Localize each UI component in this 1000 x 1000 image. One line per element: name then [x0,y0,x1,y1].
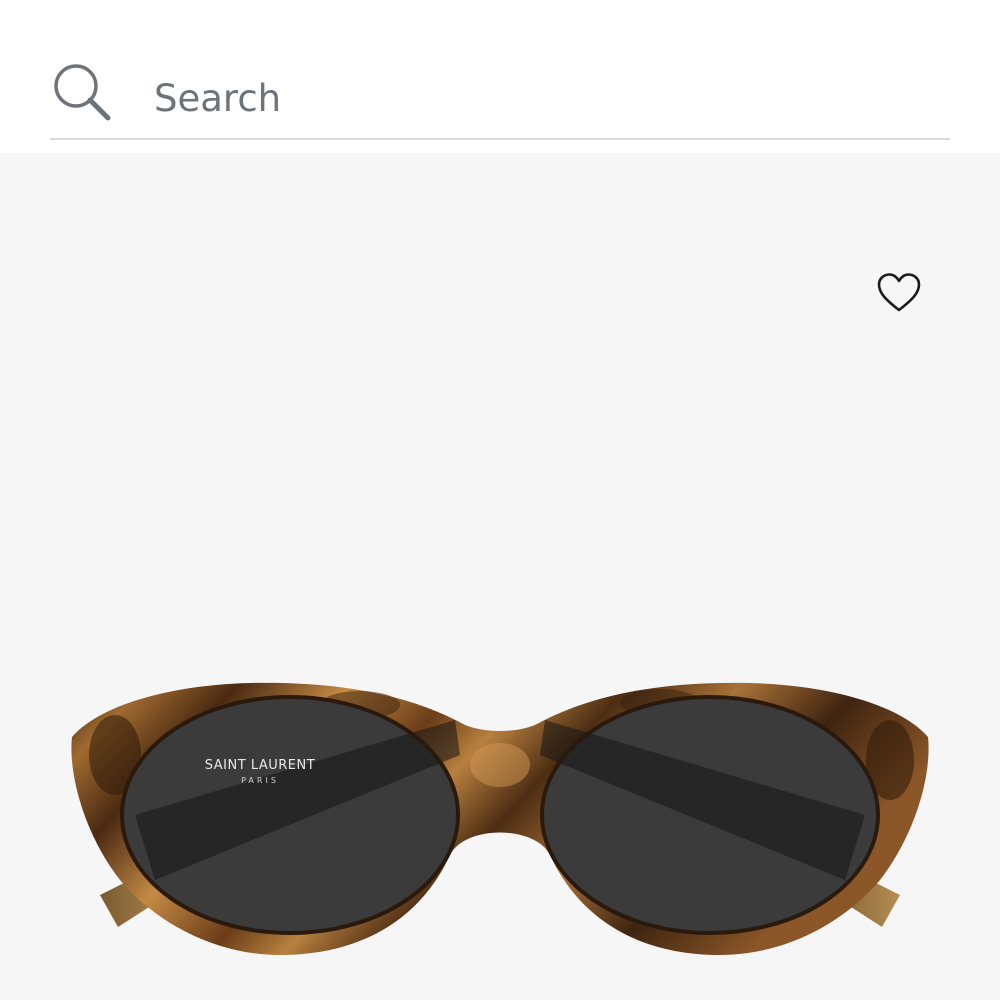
search-icon[interactable] [50,60,114,124]
sunglasses-image: SAINT LAURENT PARIS [71,682,929,955]
search-bar [50,52,950,140]
product-page: SAINT LAURENT PARIS [0,0,1000,1000]
search-input[interactable] [154,70,914,126]
brand-logo-line2: PARIS [241,776,279,785]
brand-logo-line1: SAINT LAURENT [205,758,315,773]
heart-icon[interactable] [876,272,922,314]
